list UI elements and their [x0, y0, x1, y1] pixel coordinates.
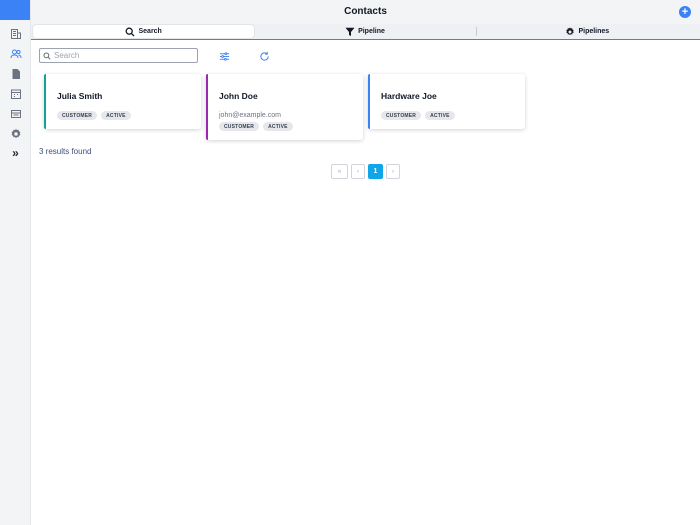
building-icon — [10, 29, 21, 39]
card-accent — [368, 74, 370, 129]
gear-icon — [566, 26, 575, 35]
contact-name: Julia Smith — [57, 91, 103, 101]
sidebar-item-inbox[interactable] — [0, 104, 31, 124]
sidebar-item-settings[interactable] — [0, 124, 31, 144]
calendar-icon — [10, 89, 21, 99]
sliders-icon — [219, 51, 229, 61]
gear-icon — [11, 128, 20, 139]
document-icon — [12, 69, 20, 79]
page-title: Contacts — [344, 6, 387, 17]
page-button-current[interactable]: 1 — [368, 164, 383, 179]
status-badge: CUSTOMER — [219, 122, 260, 131]
badge-group: CUSTOMER ACTIVE — [381, 111, 455, 120]
contact-name: Hardware Joe — [381, 91, 437, 101]
tab-label: Pipelines — [578, 28, 610, 35]
status-badge: CUSTOMER — [57, 111, 98, 120]
prev-page-button[interactable]: ‹ — [351, 164, 365, 179]
sidebar-item-companies[interactable] — [0, 24, 31, 44]
filter-settings-button[interactable] — [217, 49, 231, 63]
search-icon — [43, 51, 51, 60]
tab-pipeline[interactable]: Pipeline — [254, 25, 475, 38]
add-contact-button[interactable]: + — [679, 6, 691, 18]
contact-card[interactable]: John Doe john@example.com CUSTOMER ACTIV… — [206, 74, 363, 140]
next-page-button[interactable]: › — [386, 164, 400, 179]
contact-card[interactable]: Julia Smith CUSTOMER ACTIVE — [44, 74, 201, 129]
search-icon — [126, 27, 135, 36]
status-badge: CUSTOMER — [381, 111, 422, 120]
card-accent — [44, 74, 46, 129]
refresh-icon — [259, 51, 269, 61]
tab-label: Search — [138, 28, 162, 35]
sidebar-item-documents[interactable] — [0, 64, 31, 84]
status-badge: ACTIVE — [425, 111, 455, 120]
tab-label: Pipeline — [358, 28, 385, 35]
card-accent — [206, 74, 208, 140]
badge-group: CUSTOMER ACTIVE — [219, 122, 293, 131]
tab-search[interactable]: Search — [33, 25, 255, 38]
refresh-button[interactable] — [257, 49, 271, 63]
pagination: « ‹ 1 › — [331, 164, 400, 179]
users-icon — [10, 49, 21, 59]
contact-email: john@example.com — [219, 112, 281, 119]
search-input[interactable] — [54, 51, 194, 60]
sidebar: » — [0, 0, 31, 525]
sidebar-brand-block — [0, 0, 30, 20]
badge-group: CUSTOMER ACTIVE — [57, 111, 131, 120]
contact-card[interactable]: Hardware Joe CUSTOMER ACTIVE — [368, 74, 525, 129]
first-page-button[interactable]: « — [331, 164, 348, 179]
sidebar-expand-button[interactable]: » — [0, 145, 31, 161]
header: Contacts + — [31, 0, 700, 24]
contact-name: John Doe — [219, 91, 258, 101]
status-badge: ACTIVE — [101, 111, 131, 120]
sidebar-item-contacts[interactable] — [0, 44, 31, 64]
tab-pipelines[interactable]: Pipelines — [477, 25, 698, 38]
sidebar-item-calendar[interactable] — [0, 84, 31, 104]
inbox-icon — [10, 110, 21, 118]
search-field[interactable] — [39, 48, 198, 63]
results-count: 3 results found — [39, 147, 92, 156]
tab-bar: Search Pipeline Pipelines — [31, 24, 700, 40]
status-badge: ACTIVE — [263, 122, 293, 131]
filter-icon — [345, 27, 355, 36]
